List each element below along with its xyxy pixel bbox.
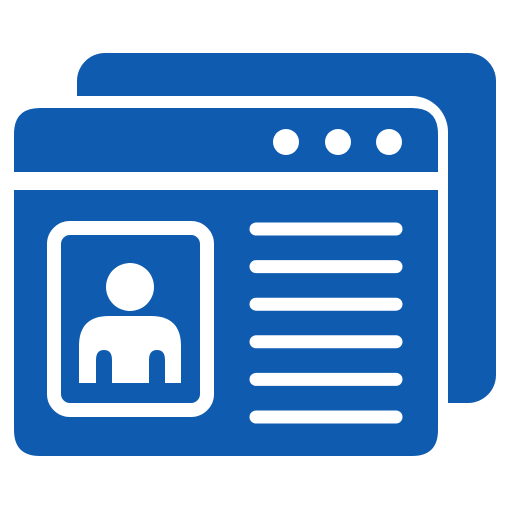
- avatar-body: [79, 316, 181, 383]
- avatar-head: [106, 263, 154, 311]
- window-dot-2: [325, 129, 351, 155]
- window-dot-3: [376, 129, 402, 155]
- icon-canvas: [0, 0, 512, 512]
- front-window-titlebar: [14, 108, 438, 172]
- window-dot-1: [273, 129, 299, 155]
- browser-profile-windows-icon: [6, 53, 496, 464]
